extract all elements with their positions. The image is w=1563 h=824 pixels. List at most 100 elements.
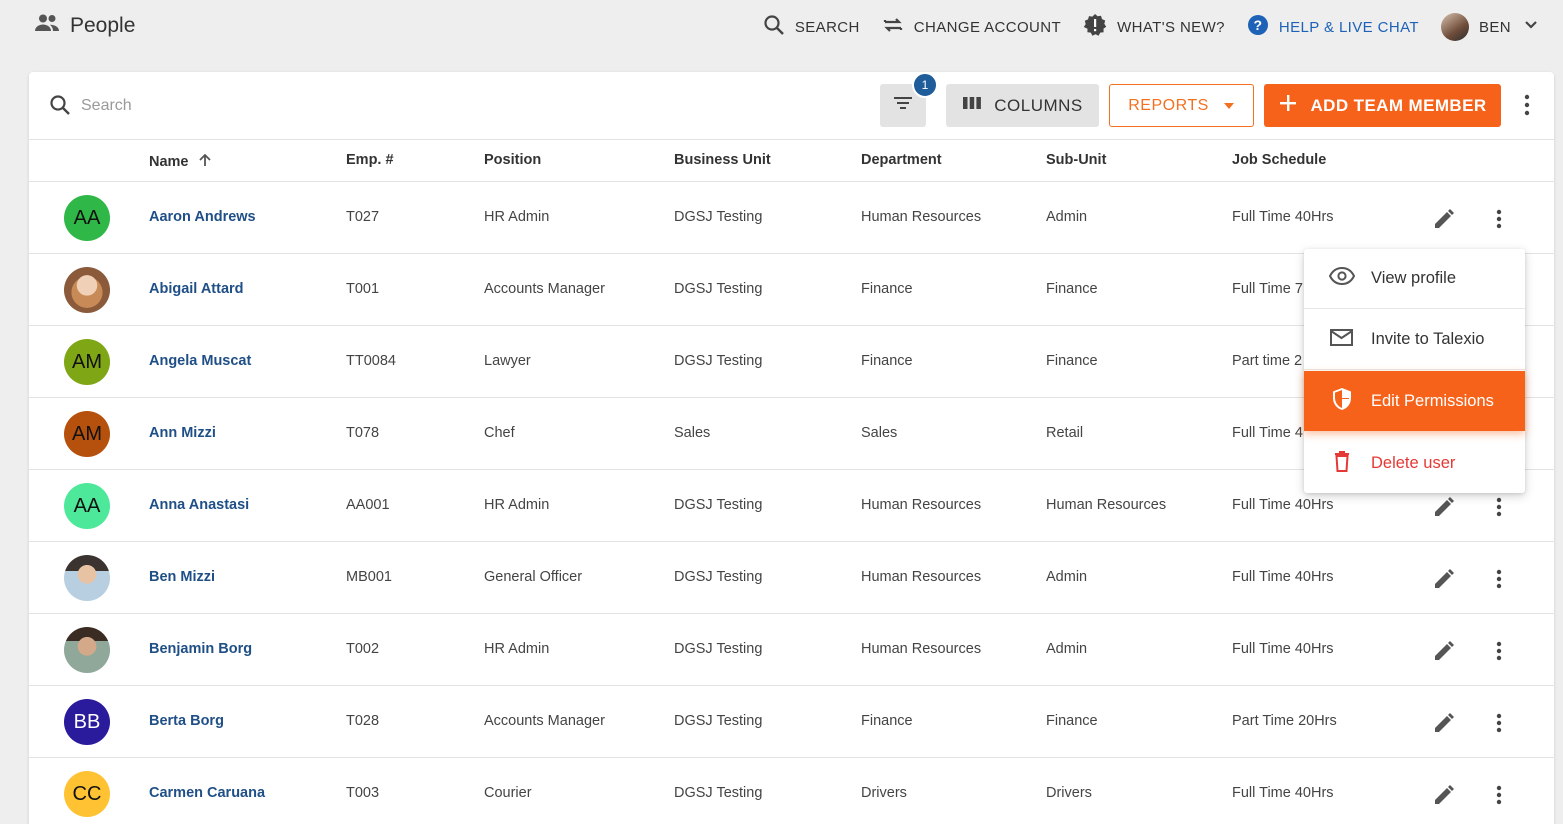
header-name-label: Name	[149, 154, 189, 170]
top-nav: SEARCH CHANGE ACCOUNT WHAT'S NEW? ? HELP…	[741, 12, 1541, 42]
more-vert-icon[interactable]	[1489, 783, 1509, 812]
employee-sub-unit: Finance	[1046, 353, 1098, 369]
employee-position: Accounts Manager	[484, 713, 605, 729]
employee-position: Lawyer	[484, 353, 531, 369]
employee-name[interactable]: Ann Mizzi	[149, 425, 216, 441]
more-vert-icon[interactable]	[1517, 92, 1537, 123]
employee-sub-unit: Admin	[1046, 641, 1088, 657]
employee-number: T001	[346, 281, 380, 297]
employee-position: HR Admin	[484, 641, 550, 657]
avatar: AM	[64, 411, 110, 457]
employee-job-schedule: Full Time 4	[1232, 425, 1303, 441]
nav-search-label: SEARCH	[794, 18, 860, 36]
more-vert-icon[interactable]	[1489, 207, 1509, 236]
employee-sub-unit: Admin	[1046, 209, 1088, 225]
employee-department: Sales	[861, 425, 898, 441]
filter-count-badge: 1	[912, 72, 938, 98]
employee-number: TT0084	[346, 353, 396, 369]
pencil-icon[interactable]	[1432, 783, 1456, 812]
employee-name[interactable]: Ben Mizzi	[149, 569, 215, 585]
swap-icon	[882, 14, 904, 40]
table-row[interactable]: BB Berta Borg T028 Accounts Manager DGSJ Tes…	[29, 686, 1554, 758]
add-team-member-button[interactable]: ADD TEAM MEMBER	[1264, 84, 1501, 127]
employee-name[interactable]: Anna Anastasi	[149, 497, 249, 513]
table-toolbar: 1 COLUMNS REPORTS ADD TEAM MEMBER	[29, 72, 1554, 140]
employee-department: Human Resources	[861, 209, 982, 225]
menu-view-profile-label: View profile	[1371, 269, 1456, 287]
nav-search[interactable]: SEARCH	[763, 14, 860, 40]
employee-name[interactable]: Carmen Caruana	[149, 785, 265, 801]
menu-view-profile[interactable]: View profile	[1304, 249, 1525, 309]
table-row[interactable]: CC Carmen Caruana T003 Courier DGSJ Testing D…	[29, 758, 1554, 824]
pencil-icon[interactable]	[1432, 639, 1456, 668]
menu-delete-user-label: Delete user	[1371, 453, 1456, 472]
search-icon	[49, 94, 71, 121]
more-vert-icon[interactable]	[1489, 567, 1509, 596]
menu-invite[interactable]: Invite to Talexio	[1304, 310, 1525, 370]
columns-button[interactable]: COLUMNS	[946, 84, 1099, 127]
employee-number: MB001	[346, 569, 392, 585]
employee-department: Human Resources	[861, 641, 982, 657]
employee-business-unit: DGSJ Testing	[674, 209, 763, 225]
eye-icon	[1328, 266, 1356, 291]
employee-department: Finance	[861, 713, 913, 729]
table-row[interactable]: AA Aaron Andrews T027 HR Admin DGSJ Testing H…	[29, 182, 1554, 254]
chevron-down-icon	[1521, 15, 1541, 39]
nav-help[interactable]: ? HELP & LIVE CHAT	[1247, 14, 1419, 40]
employee-name[interactable]: Angela Muscat	[149, 353, 251, 369]
header-sub-unit[interactable]: Sub-Unit	[1046, 152, 1106, 168]
header-job-schedule[interactable]: Job Schedule	[1232, 152, 1326, 168]
table-row[interactable]: Ben Mizzi MB001 General Officer DGSJ Testin…	[29, 542, 1554, 614]
employee-position: Accounts Manager	[484, 281, 605, 297]
menu-edit-permissions[interactable]: Edit Permissions	[1304, 371, 1525, 431]
employee-position: General Officer	[484, 569, 583, 585]
employee-sub-unit: Admin	[1046, 569, 1088, 585]
pencil-icon[interactable]	[1432, 711, 1456, 740]
employee-position: Courier	[484, 785, 532, 801]
user-avatar	[1440, 13, 1469, 41]
avatar	[64, 555, 110, 601]
employee-business-unit: DGSJ Testing	[674, 641, 763, 657]
employee-name[interactable]: Berta Borg	[149, 713, 224, 729]
more-vert-icon[interactable]	[1489, 495, 1509, 524]
menu-delete-user[interactable]: Delete user	[1304, 433, 1525, 493]
pencil-icon[interactable]	[1432, 567, 1456, 596]
employee-business-unit: DGSJ Testing	[674, 785, 763, 801]
svg-text:?: ?	[1253, 17, 1262, 33]
more-vert-icon[interactable]	[1489, 639, 1509, 668]
pencil-icon[interactable]	[1432, 495, 1456, 524]
table-row[interactable]: Benjamin Borg T002 HR Admin DGSJ Testing Hum…	[29, 614, 1554, 686]
avatar: AM	[64, 339, 110, 385]
search-input[interactable]	[81, 92, 481, 120]
reports-button[interactable]: REPORTS	[1109, 84, 1254, 127]
user-menu[interactable]: BEN	[1440, 13, 1541, 41]
header-business-unit[interactable]: Business Unit	[674, 152, 771, 168]
employee-position: HR Admin	[484, 209, 550, 225]
avatar	[64, 627, 110, 673]
trash-icon	[1329, 450, 1355, 477]
employee-sub-unit: Finance	[1046, 281, 1098, 297]
more-vert-icon[interactable]	[1489, 711, 1509, 740]
employee-number: T003	[346, 785, 380, 801]
header-name[interactable]: Name	[149, 152, 213, 172]
avatar	[64, 267, 110, 313]
header-department[interactable]: Department	[861, 152, 942, 168]
employee-name[interactable]: Benjamin Borg	[149, 641, 252, 657]
employee-department: Finance	[861, 281, 913, 297]
header-position[interactable]: Position	[484, 152, 541, 168]
employee-position: Chef	[484, 425, 515, 441]
employee-name[interactable]: Abigail Attard	[149, 281, 244, 297]
employee-business-unit: Sales	[674, 425, 711, 441]
employee-name[interactable]: Aaron Andrews	[149, 209, 256, 225]
employee-job-schedule: Full Time 40Hrs	[1232, 569, 1334, 585]
avatar: BB	[64, 699, 110, 745]
nav-whats-new[interactable]: WHAT'S NEW?	[1083, 13, 1225, 41]
employee-job-schedule: Full Time 7	[1232, 281, 1303, 297]
add-team-member-label: ADD TEAM MEMBER	[1310, 95, 1487, 115]
employee-job-schedule: Full Time 40Hrs	[1232, 785, 1334, 801]
nav-change-account[interactable]: CHANGE ACCOUNT	[882, 14, 1061, 40]
header-emp[interactable]: Emp. #	[346, 152, 394, 168]
pencil-icon[interactable]	[1432, 207, 1456, 236]
top-bar: People SEARCH CHANGE ACCOUNT WHAT'S NEW?…	[0, 0, 1563, 56]
nav-whats-new-label: WHAT'S NEW?	[1117, 18, 1225, 36]
